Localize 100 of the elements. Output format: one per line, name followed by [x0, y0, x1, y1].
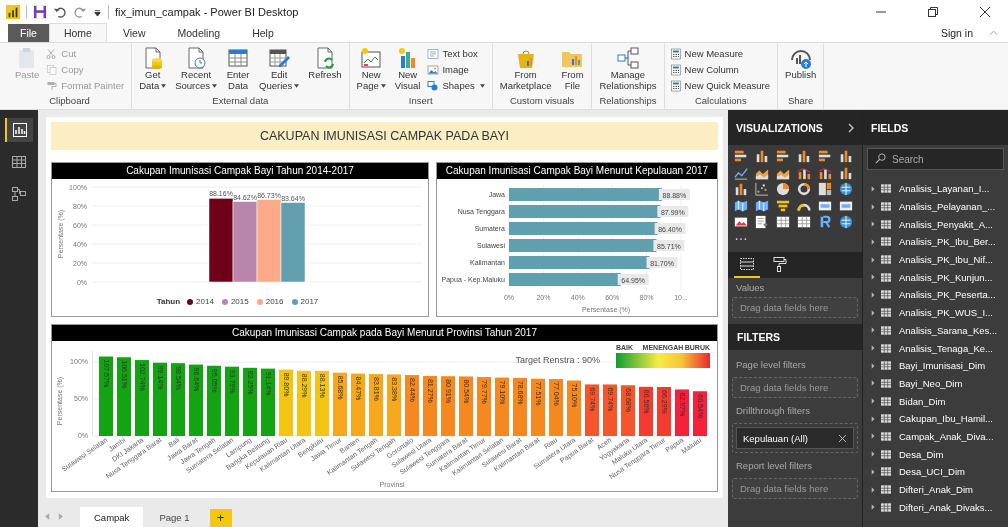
ribbon-button[interactable]: From Marketplace	[495, 45, 556, 92]
ribbon-button[interactable]: New Quick Measure	[669, 78, 773, 93]
remove-filter-icon[interactable]	[839, 434, 846, 442]
expand-arrow-icon[interactable]	[871, 345, 875, 352]
column-chart-icon[interactable]	[734, 182, 748, 196]
field-table-item[interactable]: Analisis_PK_Ibu_Ber...	[863, 233, 1008, 251]
menu-tab[interactable]: Modeling	[161, 24, 237, 42]
ribbon-button[interactable]: Manage Relationships	[595, 45, 661, 92]
collapse-pane-icon[interactable]	[848, 122, 854, 133]
filter-card[interactable]: Kepulauan (All)	[736, 427, 854, 449]
expand-arrow-icon[interactable]	[871, 362, 875, 369]
ribbon-button[interactable]: New Page	[352, 45, 390, 92]
field-table-item[interactable]: Analisis_PK_Ibu_Nif...	[863, 250, 1008, 269]
page-tab[interactable]: Campak	[80, 507, 144, 527]
field-table-item[interactable]: Desa_UCI_Dim	[863, 463, 1008, 481]
map-icon[interactable]	[755, 198, 769, 213]
expand-arrow-icon[interactable]	[871, 274, 875, 281]
combo-chart-icon[interactable]	[797, 165, 811, 180]
save-icon[interactable]	[33, 5, 47, 19]
search-field[interactable]: Search	[867, 148, 1004, 170]
ribbon-button[interactable]: Edit Queries	[255, 45, 304, 92]
bar-chart-icon[interactable]	[776, 149, 790, 163]
pie-chart-icon[interactable]	[776, 182, 790, 196]
menu-tab[interactable]: File	[8, 24, 49, 42]
expand-arrow-icon[interactable]	[871, 185, 875, 192]
field-table-item[interactable]: Difteri_Anak_Dim	[863, 480, 1008, 499]
customize-caret-icon[interactable]	[93, 7, 102, 17]
donut-chart-icon[interactable]	[797, 182, 811, 196]
page-tab[interactable]: Page 1	[145, 507, 204, 527]
line-chart-icon[interactable]	[734, 165, 748, 180]
expand-arrow-icon[interactable]	[871, 327, 875, 334]
expand-arrow-icon[interactable]	[871, 256, 875, 263]
column-chart-icon[interactable]	[755, 149, 769, 163]
add-page-button[interactable]: +	[209, 509, 232, 527]
expand-arrow-icon[interactable]	[871, 203, 875, 210]
bar-chart-icon[interactable]	[818, 149, 832, 163]
ribbon-button[interactable]: From File	[556, 45, 589, 92]
drop-zone[interactable]: Drag data fields here	[732, 377, 858, 398]
field-table-item[interactable]: Cakupan_Ibu_Hamil...	[863, 409, 1008, 428]
script-visual-icon[interactable]	[818, 215, 832, 229]
globe-icon[interactable]	[839, 215, 853, 229]
ribbon-button[interactable]: Refresh	[304, 45, 346, 82]
report-view-button[interactable]	[5, 118, 33, 142]
menu-tab[interactable]: View	[106, 24, 162, 42]
expand-arrow-icon[interactable]	[871, 486, 875, 493]
expand-arrow-icon[interactable]	[871, 433, 875, 440]
expand-arrow-icon[interactable]	[871, 468, 875, 475]
treemap-icon[interactable]	[818, 182, 832, 196]
ribbon-button[interactable]: New Measure	[669, 46, 773, 61]
expand-arrow-icon[interactable]	[871, 238, 875, 245]
expand-arrow-icon[interactable]	[871, 221, 875, 228]
field-table-item[interactable]: Analisis_PK_WUS_I...	[863, 303, 1008, 322]
menu-tab[interactable]: Help	[236, 24, 290, 42]
ribbon-button[interactable]: New Visual	[390, 45, 425, 92]
menu-tab[interactable]: Home	[48, 23, 107, 42]
column-chart-icon[interactable]	[839, 149, 853, 163]
field-table-item[interactable]: Analisis_Tenaga_Ke...	[863, 339, 1008, 357]
ribbon-button[interactable]: Image	[427, 62, 487, 77]
expand-arrow-icon[interactable]	[871, 291, 875, 298]
globe-icon[interactable]	[839, 182, 853, 196]
field-table-item[interactable]: Desa_Dim	[863, 445, 1008, 463]
drop-zone[interactable]: Drag data fields here	[732, 297, 858, 318]
ribbon-button[interactable]: Publish	[781, 45, 821, 82]
column-chart-icon[interactable]	[797, 149, 811, 163]
ribbon-button[interactable]: New Column	[669, 62, 773, 77]
field-table-item[interactable]: Analisis_PK_Kunjun...	[863, 268, 1008, 287]
field-table-item[interactable]: Bidan_Dim	[863, 392, 1008, 410]
field-table-item[interactable]: Analisis_Penyakit_A...	[863, 215, 1008, 234]
redo-icon[interactable]	[73, 5, 87, 19]
funnel-icon[interactable]	[776, 198, 790, 213]
field-table-item[interactable]: Analisis_PK_Peserta...	[863, 286, 1008, 304]
ribbon-button[interactable]: Shapes	[427, 78, 487, 93]
ribbon-button[interactable]: Get Data	[135, 45, 171, 92]
expand-arrow-icon[interactable]	[871, 451, 875, 458]
expand-arrow-icon[interactable]	[871, 380, 875, 387]
field-table-item[interactable]: Bayi_Neo_Dim	[863, 374, 1008, 393]
expand-arrow-icon[interactable]	[871, 504, 875, 511]
ribbon-button[interactable]: Text box	[427, 46, 487, 61]
field-table-item[interactable]: Analisis_Layanan_I...	[863, 180, 1008, 198]
expand-arrow-icon[interactable]	[871, 415, 875, 422]
slicer-icon[interactable]	[755, 215, 769, 229]
ribbon-button[interactable]: Recent Sources	[171, 45, 222, 92]
bar-chart-icon[interactable]	[734, 149, 748, 163]
column-chart-icon[interactable]	[839, 165, 853, 180]
undo-icon[interactable]	[53, 5, 67, 19]
scatter-chart-icon[interactable]	[755, 182, 769, 196]
expand-arrow-icon[interactable]	[871, 309, 875, 316]
field-table-item[interactable]: Analisis_Pelayanan_...	[863, 197, 1008, 216]
ribbon-button[interactable]: Enter Data	[222, 45, 255, 92]
map-icon[interactable]	[734, 198, 748, 213]
combo-chart-icon[interactable]	[818, 165, 832, 180]
field-table-item[interactable]: Campak_Anak_Diva...	[863, 427, 1008, 446]
table-icon[interactable]	[797, 215, 811, 229]
field-table-item[interactable]: Bayi_Imunisasi_Dim	[863, 356, 1008, 375]
drop-zone[interactable]: Drag data fields here	[732, 478, 858, 499]
table-icon[interactable]	[776, 215, 790, 229]
image-icon[interactable]	[734, 215, 748, 229]
field-table-item[interactable]: Analisis_Sarana_Kes...	[863, 321, 1008, 340]
sign-in-link[interactable]: Sign in	[940, 27, 973, 39]
expand-arrow-icon[interactable]	[871, 398, 875, 405]
